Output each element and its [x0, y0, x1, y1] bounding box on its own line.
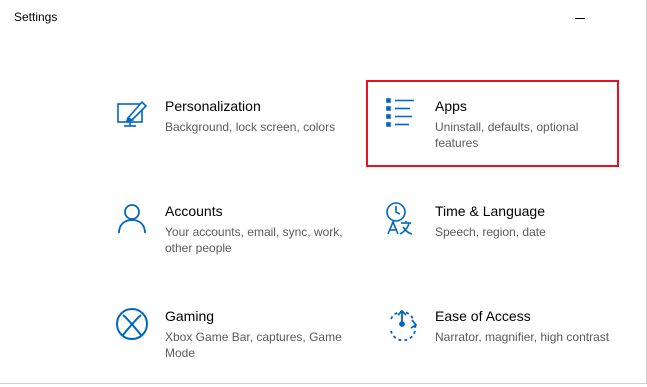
accounts-icon: [115, 202, 151, 238]
window-title: Settings: [14, 10, 58, 24]
minimize-button[interactable]: [560, 0, 600, 36]
minimize-icon: [575, 18, 585, 19]
personalization-icon: [115, 97, 151, 133]
tile-title: Time & Language: [435, 203, 545, 219]
tile-description: Your accounts, email, sync, work, other …: [165, 225, 343, 255]
tile-title: Accounts: [165, 203, 223, 219]
tile-description: Xbox Game Bar, captures, Game Mode: [165, 330, 342, 360]
tile-accounts[interactable]: Accounts Your accounts, email, sync, wor…: [115, 202, 345, 282]
gaming-icon: [115, 307, 151, 343]
tile-title: Personalization: [165, 98, 261, 114]
tile-title: Ease of Access: [435, 308, 531, 324]
settings-window: Settings Personalization Background, loc…: [0, 0, 647, 384]
tile-description: Narrator, magnifier, high contrast: [435, 330, 610, 344]
apps-highlight-box: [366, 80, 619, 167]
tile-gaming[interactable]: Gaming Xbox Game Bar, captures, Game Mod…: [115, 307, 345, 387]
ease-of-access-icon: [385, 307, 421, 343]
tile-ease-of-access[interactable]: Ease of Access Narrator, magnifier, high…: [385, 307, 615, 387]
tile-personalization[interactable]: Personalization Background, lock screen,…: [115, 97, 345, 177]
tile-description: Background, lock screen, colors: [165, 120, 336, 134]
time-language-icon: [385, 202, 421, 238]
tile-time-language[interactable]: Time & Language Speech, region, date: [385, 202, 615, 282]
tile-title: Gaming: [165, 308, 215, 324]
tile-description: Speech, region, date: [435, 225, 546, 239]
title-bar: Settings: [0, 0, 646, 36]
